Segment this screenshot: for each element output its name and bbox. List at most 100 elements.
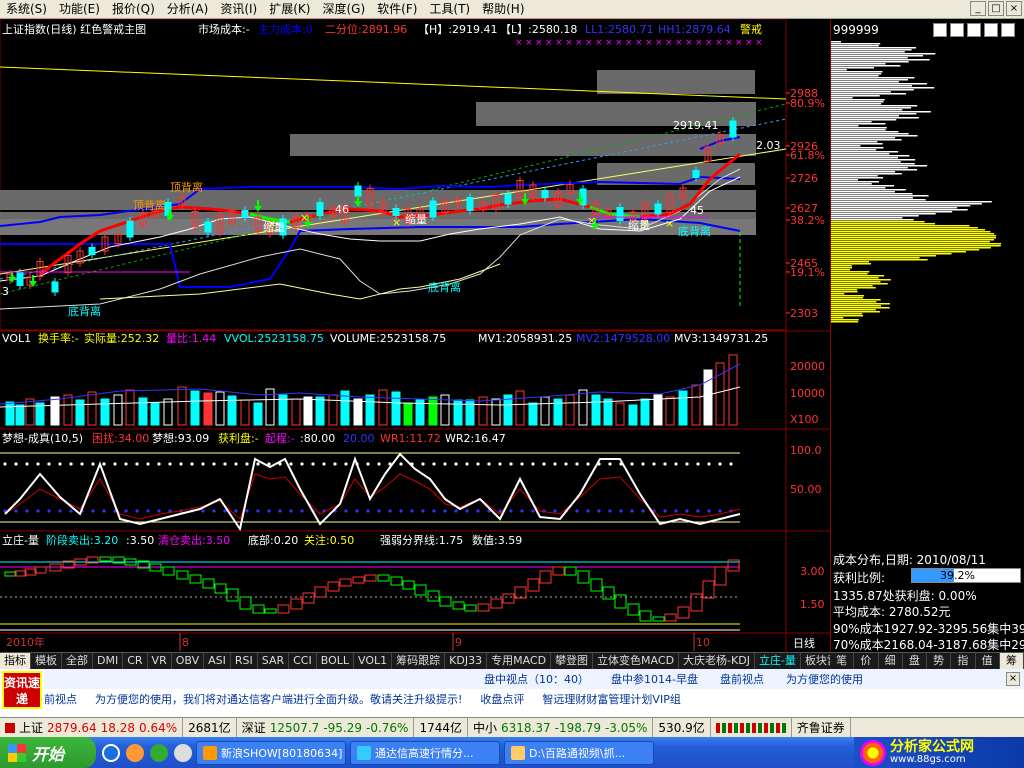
lz-step [4, 571, 17, 577]
tab-item[interactable]: BOLL [317, 653, 355, 669]
menu-item[interactable]: 深度(G) [316, 0, 371, 19]
dream-dot-lower [454, 509, 458, 513]
tool-icon[interactable] [950, 23, 964, 37]
cost-bar [831, 135, 918, 137]
candle-body [654, 203, 662, 215]
side-tab[interactable]: 筹 [999, 653, 1024, 669]
dream-dot-upper [36, 462, 40, 466]
tab-item[interactable]: 立体变色MACD [593, 653, 680, 669]
tab-item[interactable]: OBV [172, 653, 205, 669]
sz-price: 12507.7 [269, 720, 320, 735]
tab-item[interactable]: CCI [289, 653, 317, 669]
chart-area[interactable]: 上证指数(日线) 红色警戒主图 市场成本:- 主力成本:0 二分位:2891.9… [0, 19, 830, 653]
news-logo[interactable]: 资讯速递 [2, 671, 42, 709]
menu-item[interactable]: 扩展(K) [263, 0, 316, 19]
tab-item[interactable]: 专用MACD [487, 653, 552, 669]
ticker-link[interactable]: 盘中参1014-早盘 [611, 671, 698, 687]
taskbar-item[interactable]: 通达信高速行情分... [350, 740, 500, 765]
cost-bar [831, 263, 872, 265]
taskbar-item[interactable]: 新浪SHOW[80180634] [196, 740, 346, 765]
quicklaunch-icon[interactable] [126, 743, 144, 762]
tab-item[interactable]: KDJ33 [445, 653, 488, 669]
dream-dot-lower [355, 509, 359, 513]
lz-step [14, 570, 27, 577]
tab-item[interactable]: ASI [204, 653, 231, 669]
dream-tick: 50.00 [790, 483, 822, 496]
menu-item[interactable]: 系统(S) [0, 0, 53, 19]
ticker-link[interactable]: 为方便您的使用 [786, 671, 863, 687]
side-tab[interactable]: 势 [927, 653, 952, 669]
tab-item[interactable]: DMI [93, 653, 124, 669]
tab-item[interactable]: SAR [258, 653, 290, 669]
ticker-link[interactable]: 为方便您的使用，我们将对通达信客户端进行全面升级。敬请关注升级提示! [95, 691, 462, 707]
ticker-link[interactable]: 收盘点评 [480, 691, 524, 707]
menu-item[interactable]: 软件(F) [371, 0, 423, 19]
date-month: 10 [696, 636, 710, 649]
ticker-link[interactable]: 盘中视点（10：40） [484, 671, 589, 687]
cost-bar [831, 155, 910, 157]
ie-icon[interactable] [102, 743, 120, 762]
close-icon[interactable]: × [1006, 672, 1020, 686]
tab-item[interactable]: 大庆老杨-KDJ [679, 653, 755, 669]
side-tab[interactable]: 指 [951, 653, 976, 669]
cost-bar [831, 89, 914, 91]
dream-dot-lower [234, 509, 238, 513]
tab-item[interactable]: 攀登图 [551, 653, 594, 669]
menu-item[interactable]: 功能(E) [53, 0, 106, 19]
minimize-button[interactable]: _ [970, 1, 986, 16]
dream-dot-upper [91, 462, 95, 466]
tool-icon[interactable] [984, 23, 998, 37]
tab-item[interactable]: VR [148, 653, 172, 669]
menu-item[interactable]: 资讯(I) [214, 0, 263, 19]
dream-dot-upper [102, 462, 106, 466]
cost-bar [831, 311, 880, 313]
tab-item[interactable]: CR [123, 653, 148, 669]
tool-icon[interactable] [1001, 23, 1015, 37]
menu-item[interactable]: 分析(A) [161, 0, 215, 19]
maximize-button[interactable]: □ [988, 1, 1004, 16]
period-label[interactable]: 日线 [793, 636, 815, 650]
cost-bar [831, 265, 852, 267]
ticker-link[interactable]: 前视点 [44, 691, 77, 707]
x-marker: × [655, 38, 663, 48]
candle-body [51, 281, 59, 293]
side-tab[interactable]: 值 [976, 653, 1000, 669]
tab-item[interactable]: VOL1 [354, 653, 393, 669]
desktop-icon[interactable] [174, 743, 192, 762]
start-button[interactable]: 开始 [0, 737, 96, 768]
cost-bar [831, 281, 881, 283]
lz-strength: 强弱分界线:1.75 [380, 533, 463, 547]
cost-bar [831, 93, 907, 95]
tab-item[interactable]: 立庄-量 [755, 653, 801, 669]
dream-dot-upper [201, 462, 205, 466]
tab-item[interactable]: 指标 [0, 653, 31, 669]
side-tab[interactable]: 盘 [903, 653, 927, 669]
dream-dot-lower [520, 509, 524, 513]
side-tab[interactable]: 笔 [830, 653, 855, 669]
lz-step [162, 566, 175, 576]
l-label: 【L】:2580.18 [500, 23, 577, 36]
tool-icon[interactable] [933, 23, 947, 37]
media-icon[interactable] [150, 743, 168, 762]
tool-icon[interactable] [967, 23, 981, 37]
side-tab[interactable]: 价 [854, 653, 879, 669]
tab-item[interactable]: 筹码跟踪 [392, 653, 446, 669]
menu-item[interactable]: 帮助(H) [476, 0, 530, 19]
ticker-link[interactable]: 智远理财财富管理计划VIP组 [542, 691, 680, 707]
tab-item[interactable]: 全部 [62, 653, 93, 669]
side-tab[interactable]: 细 [879, 653, 903, 669]
close-button[interactable]: × [1006, 1, 1022, 16]
ticker-link[interactable]: 盘前视点 [720, 671, 764, 687]
taskbar-item[interactable]: D:\百路通视频\抓... [504, 740, 654, 765]
cost-bar [831, 203, 982, 205]
menu-item[interactable]: 报价(Q) [106, 0, 161, 19]
cost-bar [831, 147, 884, 149]
cost-bar [831, 289, 858, 291]
dream-dot-upper [531, 462, 535, 466]
tab-item[interactable]: RSI [231, 653, 258, 669]
dream-dot-upper [223, 462, 227, 466]
menu-item[interactable]: 工具(T) [423, 0, 476, 19]
tab-item[interactable]: 模板 [31, 653, 62, 669]
dream-dot-upper [311, 462, 315, 466]
dream-dot-upper [674, 462, 678, 466]
